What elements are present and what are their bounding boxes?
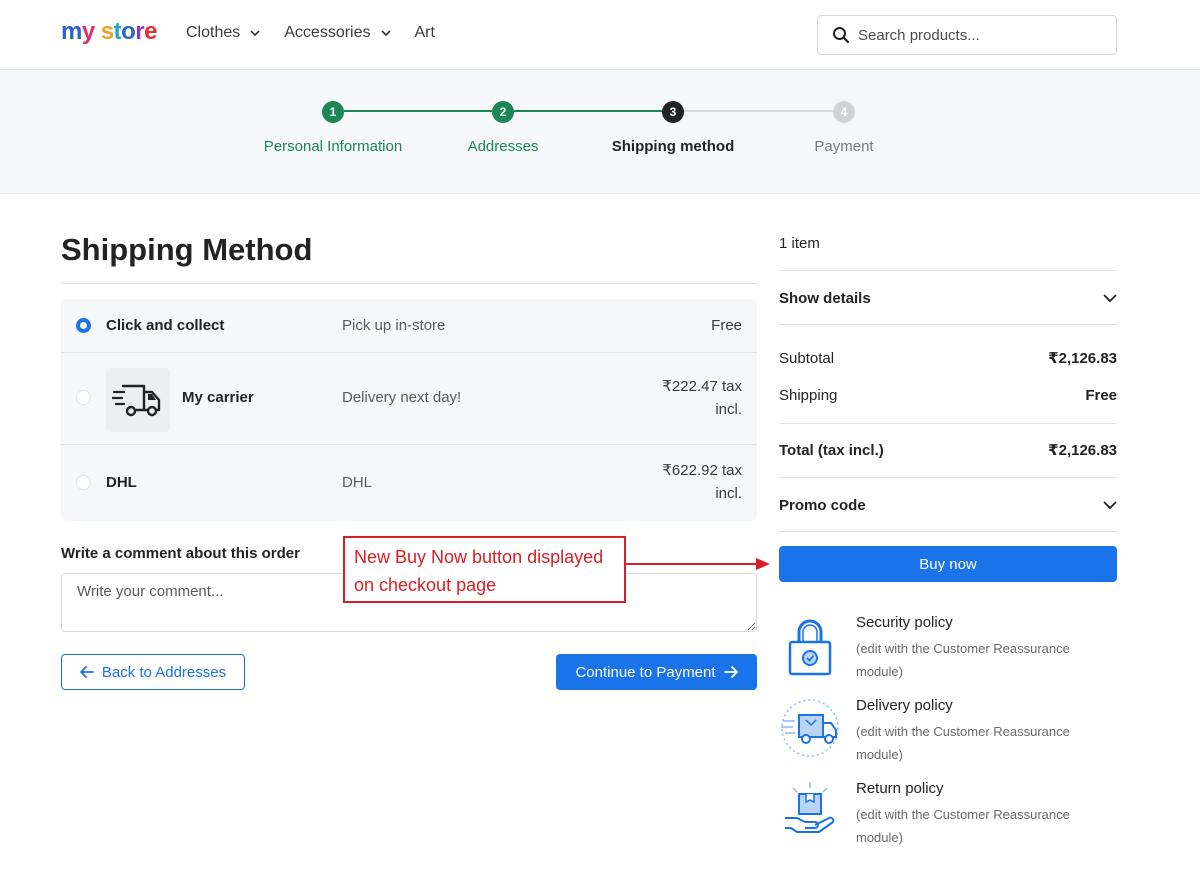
store-logo[interactable]: m y s t o r e [61,18,157,46]
shipping-label: Shipping [779,387,838,404]
total-label: Total (tax incl.) [779,441,884,459]
price-line: incl. [715,401,742,418]
reassurance-security: Security policy (edit with the Customer … [779,614,1117,686]
total-row: Total (tax incl.) ₹2,126.83 [779,441,1117,460]
radio-selected[interactable] [76,318,91,333]
logo-letter: t [113,18,122,45]
logo-letter: m [61,18,82,45]
nav-label: Art [414,24,435,41]
subtotal-value: ₹2,126.83 [1048,350,1117,367]
padlock-icon [788,619,832,676]
chevron-down-icon [1103,294,1117,303]
divider [779,324,1117,325]
reassurance-description: (edit with the Customer Reassurance modu… [856,641,1070,679]
logo-letter: r [135,18,145,45]
step-4-indicator: 4 [833,101,855,123]
arrow-right-icon [723,666,738,678]
comment-label: Write a comment about this order [61,545,300,562]
shipping-row: Shipping Free [779,387,1117,404]
option-name: My carrier [182,389,254,406]
option-description: DHL [342,474,373,491]
continue-to-payment-button[interactable]: Continue to Payment [556,654,757,690]
subtotal-row: Subtotal ₹2,126.83 [779,349,1117,368]
shipping-options: Click and collect Pick up in-store Free … [61,299,757,521]
show-details-label: Show details [779,289,871,307]
arrow-left-icon [79,666,94,678]
radio-unselected[interactable] [76,475,91,490]
shipping-option-dhl[interactable]: DHL DHL ₹622.92 tax incl. [61,445,757,521]
button-label: Back to Addresses [101,663,227,681]
reassurance-delivery: Delivery policy (edit with the Customer … [779,697,1117,769]
shipping-option-click-collect[interactable]: Click and collect Pick up in-store Free [61,299,757,352]
logo-letter: e [144,18,157,45]
back-to-addresses-button[interactable]: Back to Addresses [61,654,245,690]
total-value: ₹2,126.83 [1048,442,1117,459]
nav-item-accessories[interactable]: Accessories [284,24,391,42]
option-description: Delivery next day! [342,389,462,406]
promo-code-toggle[interactable]: Promo code [779,494,1117,516]
chevron-down-icon [380,30,391,37]
reassurance-title: Return policy [856,780,944,797]
search-input[interactable] [858,26,1098,44]
nav-label: Clothes [186,24,241,41]
annotation-text: New Buy Now button displayed [354,547,604,567]
page-title: Shipping Method [61,232,313,267]
step-connector [514,110,662,112]
logo-letter: s [100,18,114,45]
chevron-down-icon [250,30,260,37]
step-3-label: Shipping method [611,138,735,155]
cart-items-count: 1 item [779,235,820,252]
chevron-down-icon [1103,501,1117,510]
nav-item-art[interactable]: Art [415,24,435,42]
step-connector [684,110,833,112]
price-line: incl. [715,485,742,502]
divider [61,283,757,284]
subtotal-label: Subtotal [779,349,835,367]
option-price: ₹622.92 tax incl. [662,459,742,505]
site-header: m y s t o r e Clothes Accessories Art [0,0,1200,70]
annotation-callout: New Buy Now button displayed on checkout… [343,536,626,603]
nav-label: Accessories [284,24,371,41]
option-name: Click and collect [106,317,225,334]
step-4-label: Payment [814,138,874,155]
reassurance-title: Security policy [856,614,953,631]
logo-letter: o [121,18,136,45]
step-2-indicator[interactable]: 2 [492,101,514,123]
show-details-toggle[interactable]: Show details [779,287,1117,309]
delivery-truck-icon [106,368,170,432]
buy-now-button[interactable]: Buy now [779,546,1117,582]
main-nav: Clothes Accessories Art [186,24,459,42]
search-icon [833,27,850,44]
option-price: Free [711,317,742,334]
logo-letter: y [81,18,95,45]
option-price: ₹222.47 tax incl. [662,375,742,421]
step-3-indicator: 3 [662,101,684,123]
price-line: ₹622.92 tax [662,462,742,479]
reassurance-description: (edit with the Customer Reassurance modu… [856,724,1070,762]
price-line: ₹222.47 tax [662,378,742,395]
shipping-option-my-carrier[interactable]: My carrier Delivery next day! ₹222.47 ta… [61,353,757,444]
reassurance-title: Delivery policy [856,697,953,714]
annotation-arrow-icon [626,558,770,570]
option-name: DHL [106,474,137,491]
promo-code-label: Promo code [779,496,866,514]
radio-unselected[interactable] [76,390,91,405]
divider [779,423,1117,424]
reassurance-return: Return policy (edit with the Customer Re… [779,780,1117,852]
step-1-indicator[interactable]: 1 [322,101,344,123]
parcel-hand-icon [785,782,835,833]
divider [779,270,1117,271]
checkout-stepper: 1 2 3 4 Personal Information Addresses S… [0,70,1200,194]
annotation-text: on checkout page [354,575,497,595]
reassurance-description: (edit with the Customer Reassurance modu… [856,807,1070,845]
search-box[interactable] [817,15,1117,55]
divider [779,477,1117,478]
step-connector [344,110,492,112]
delivery-van-icon [781,699,839,757]
button-label: Continue to Payment [575,663,716,681]
option-description: Pick up in-store [342,317,446,334]
shipping-value: Free [1085,387,1117,404]
divider [779,531,1117,532]
nav-item-clothes[interactable]: Clothes [186,24,260,42]
